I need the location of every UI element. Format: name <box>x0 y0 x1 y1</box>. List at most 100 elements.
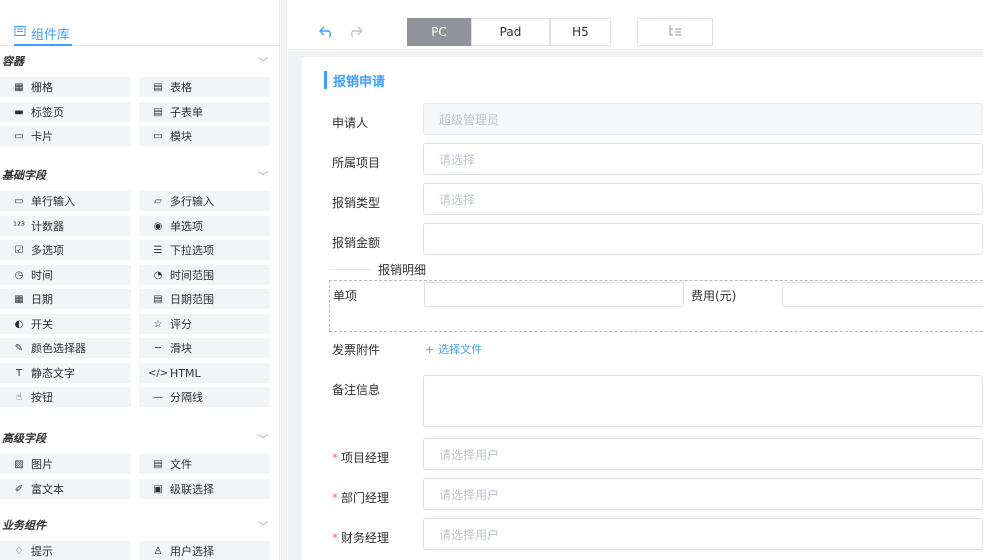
component-item[interactable]: ▨ 图片 <box>0 454 131 474</box>
color-picker-icon: ✎ <box>14 342 24 354</box>
input-icon: ▭ <box>14 195 24 207</box>
component-item[interactable]: ▦ 栅格 <box>0 77 131 97</box>
component-item[interactable]: ✐ 富文本 <box>0 479 131 499</box>
component-item[interactable]: ☝ 按钮 <box>0 387 131 407</box>
dept-manager-select[interactable]: 请选择用户 <box>423 478 983 510</box>
type-select[interactable]: 请选择 <box>423 183 983 215</box>
chevron-down-icon[interactable]: ﹀ <box>258 431 270 446</box>
time-range-icon: ◔ <box>153 269 163 281</box>
component-item[interactable]: ◉ 单选项 <box>139 216 270 236</box>
component-item[interactable]: ◔ 时间范围 <box>139 265 270 285</box>
remark-label: 备注信息 <box>332 383 381 397</box>
chevron-down-icon[interactable]: ﹀ <box>258 168 270 183</box>
component-item[interactable]: ☆ 评分 <box>139 314 270 334</box>
project-manager-select[interactable]: 请选择用户 <box>423 438 983 470</box>
required-mark: * <box>332 531 338 545</box>
component-label: 静态文字 <box>31 367 75 380</box>
file-icon: ▤ <box>153 458 163 470</box>
subform-icon: ▤ <box>153 106 163 118</box>
project-select[interactable]: 请选择 <box>423 143 983 175</box>
form-title: 报销申请 <box>324 71 385 90</box>
tree-view-button[interactable] <box>637 18 713 46</box>
grid-icon: ▦ <box>14 81 24 93</box>
device-pc-button[interactable]: PC <box>407 18 471 46</box>
component-item[interactable]: ♙ 用户选择 <box>139 541 270 560</box>
component-item[interactable]: ¹²³ 计数器 <box>0 216 131 236</box>
chevron-down-icon[interactable]: ﹀ <box>258 54 270 69</box>
calendar-icon: ▦ <box>14 293 24 305</box>
remark-textarea[interactable] <box>423 375 983 427</box>
finance-manager-label: * 财务经理 <box>332 531 390 545</box>
section-title[interactable]: 基础字段 ﹀ <box>0 164 272 186</box>
divider-icon: — <box>153 391 163 403</box>
component-label: 富文本 <box>31 483 64 496</box>
component-item[interactable]: ▤ 子表单 <box>139 102 270 122</box>
component-item[interactable]: ◐ 开关 <box>0 314 131 334</box>
select-icon: ☰ <box>153 244 163 256</box>
device-h5-button[interactable]: H5 <box>550 18 611 46</box>
hint-icon: ♢ <box>14 545 24 557</box>
select-file-button[interactable]: + 选择文件 <box>425 341 482 357</box>
section-title-label: 容器 <box>2 55 24 68</box>
cost-input[interactable] <box>782 282 983 307</box>
cascader-icon: ▣ <box>153 483 163 495</box>
component-item[interactable]: — 分隔线 <box>139 387 270 407</box>
project-label: 所属项目 <box>332 156 381 170</box>
component-item[interactable]: ♢ 提示 <box>0 541 131 560</box>
component-item[interactable]: ☰ 下拉选项 <box>139 240 270 260</box>
component-item[interactable]: ☑ 多选项 <box>0 240 131 260</box>
component-item[interactable]: </> HTML <box>139 363 270 383</box>
component-item[interactable]: ▤ 表格 <box>139 77 270 97</box>
slider-icon: ─ <box>154 342 162 354</box>
component-item[interactable]: ▤ 日期范围 <box>139 289 270 309</box>
component-item[interactable]: ▭ 模块 <box>139 126 270 146</box>
chevron-down-icon[interactable]: ﹀ <box>258 518 270 533</box>
designer-toolbar: PC Pad H5 <box>288 0 983 50</box>
component-label: 颜色选择器 <box>31 342 86 355</box>
text-icon: T <box>15 367 23 379</box>
component-label: 日期范围 <box>170 293 214 306</box>
component-label: 图片 <box>31 458 53 471</box>
textarea-icon: ▱ <box>154 195 162 207</box>
finance-manager-select[interactable]: 请选择用户 <box>423 518 983 550</box>
component-item[interactable]: ▭ 卡片 <box>0 126 131 146</box>
component-item[interactable]: ▭ 单行输入 <box>0 191 131 211</box>
tab-label: 组件库 <box>31 27 71 43</box>
device-pad-button[interactable]: Pad <box>471 18 550 46</box>
table-icon: ▤ <box>153 81 163 93</box>
library-icon <box>14 25 26 41</box>
component-item[interactable]: ◷ 时间 <box>0 265 131 285</box>
item-input[interactable] <box>424 282 684 307</box>
component-item[interactable]: ▬ 标签页 <box>0 102 131 122</box>
section-title[interactable]: 容器 ﹀ <box>0 50 272 72</box>
amount-label: 报销金额 <box>332 236 381 250</box>
component-label: 单选项 <box>170 220 203 233</box>
panel-header: 组件库 <box>0 0 279 46</box>
card-icon: ▭ <box>14 130 24 142</box>
component-label: 子表单 <box>170 106 203 119</box>
button-icon: ☝ <box>15 391 23 403</box>
clock-icon: ◷ <box>14 269 24 281</box>
item-label: 单项 <box>333 289 358 303</box>
section-title[interactable]: 业务组件 ﹀ <box>0 514 272 536</box>
amount-input[interactable] <box>423 223 983 255</box>
component-item[interactable]: ▣ 级联选择 <box>139 479 270 499</box>
component-label: 栅格 <box>31 81 53 94</box>
html-icon: </> <box>147 367 169 379</box>
tab-component-library[interactable]: 组件库 <box>14 22 73 46</box>
component-item[interactable]: ▤ 文件 <box>139 454 270 474</box>
redo-icon[interactable] <box>345 22 365 42</box>
component-item[interactable]: T 静态文字 <box>0 363 131 383</box>
form-card: 报销申请 申请人 超级管理员 所属项目 请选择 报销类型 请选择 报销金额 报销… <box>302 57 983 560</box>
image-icon: ▨ <box>14 458 24 470</box>
applicant-label: 申请人 <box>332 116 369 130</box>
rich-text-icon: ✐ <box>14 483 24 495</box>
panel-splitter[interactable] <box>281 0 287 560</box>
component-item[interactable]: ▦ 日期 <box>0 289 131 309</box>
component-item[interactable]: ─ 滑块 <box>139 338 270 358</box>
component-item[interactable]: ✎ 颜色选择器 <box>0 338 131 358</box>
section-title[interactable]: 高级字段 ﹀ <box>0 427 272 449</box>
form-canvas: 报销申请 申请人 超级管理员 所属项目 请选择 报销类型 请选择 报销金额 报销… <box>288 51 983 560</box>
component-item[interactable]: ▱ 多行输入 <box>139 191 270 211</box>
undo-icon[interactable] <box>317 22 337 42</box>
